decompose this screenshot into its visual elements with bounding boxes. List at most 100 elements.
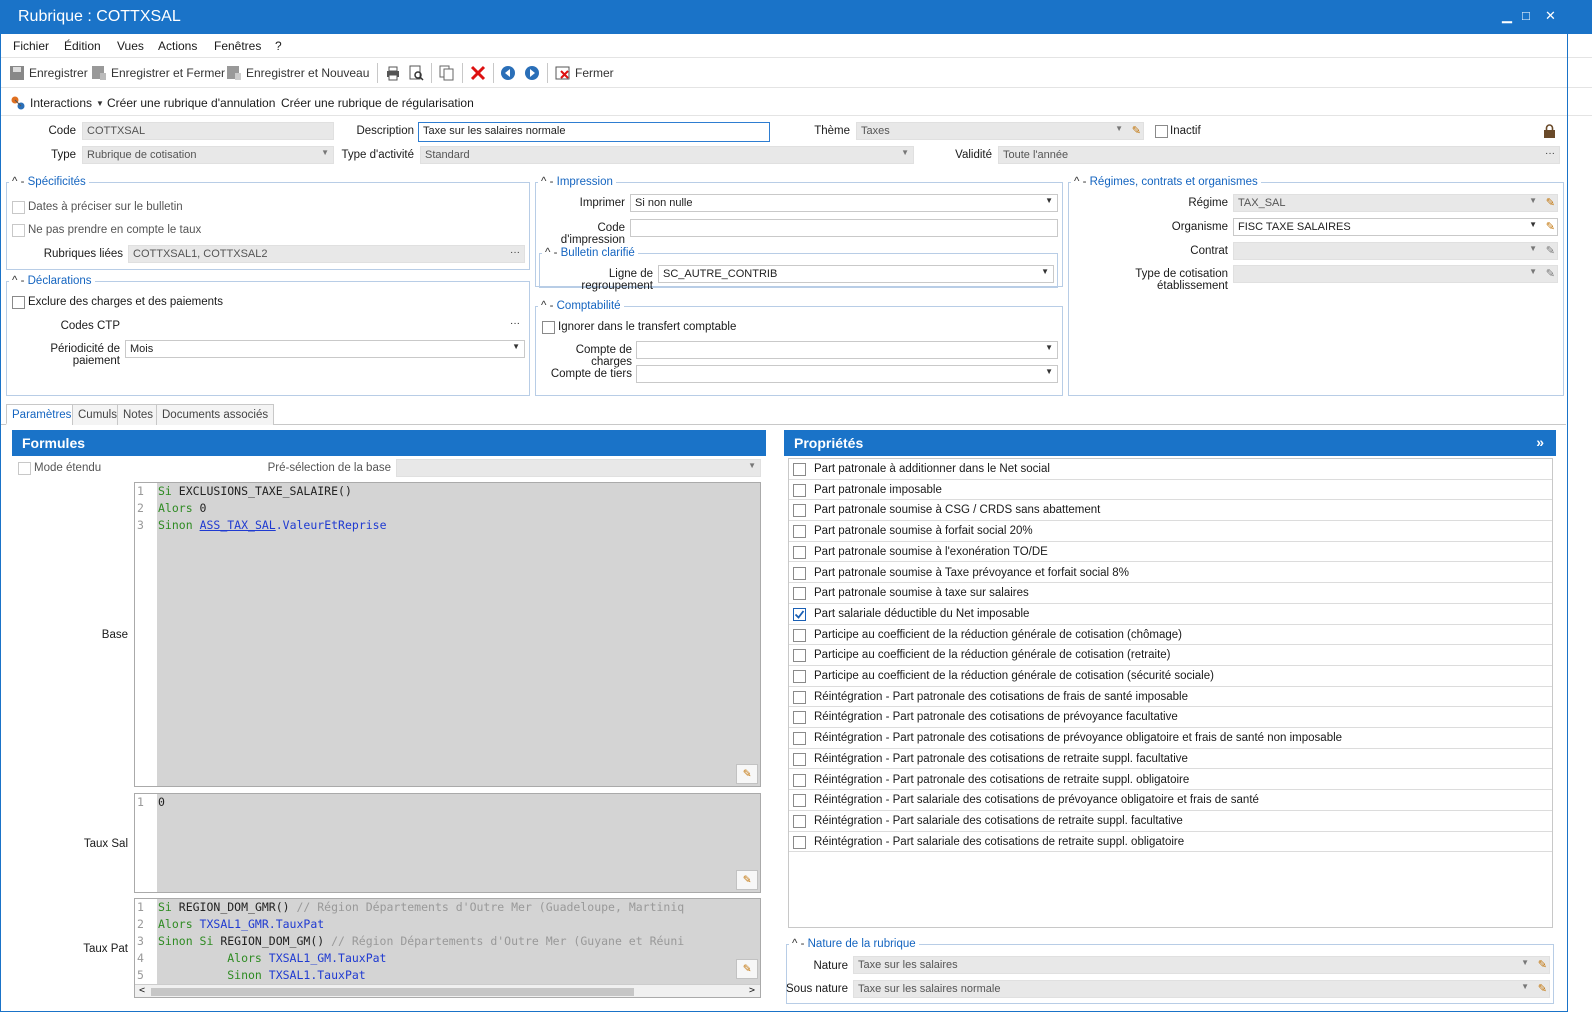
type-field[interactable]: Rubrique de cotisation ▼ [82,146,334,164]
property-checkbox[interactable] [793,566,806,580]
property-row[interactable]: Réintégration - Part salariale des cotis… [789,811,1552,832]
save-new-button[interactable]: Enregistrer et Nouveau [226,65,369,81]
property-row[interactable]: Part patronale soumise à Taxe prévoyance… [789,563,1552,584]
print-preview-icon[interactable] [408,65,424,81]
property-checkbox[interactable] [793,814,806,828]
ellipsis-button[interactable]: ··· [1545,148,1555,159]
minimize-button[interactable]: ▁ [1502,8,1512,24]
horizontal-scrollbar[interactable]: < > [135,984,760,997]
extended-mode-checkbox[interactable] [18,462,31,475]
organism-field[interactable]: FISC TAXE SALAIRES ▼ ✎ [1233,218,1558,236]
menu-fichier[interactable]: Fichier [13,39,49,53]
property-row[interactable]: Réintégration - Part patronale des cotis… [789,728,1552,749]
property-row[interactable]: Réintégration - Part patronale des cotis… [789,749,1552,770]
property-row[interactable]: Réintégration - Part patronale des cotis… [789,687,1552,708]
property-row[interactable]: Part patronale soumise à l'exonération T… [789,542,1552,563]
property-checkbox[interactable] [793,732,806,746]
charges-field[interactable]: ▼ [636,341,1058,359]
property-checkbox[interactable] [793,835,806,849]
scroll-right-icon[interactable]: > [749,985,755,996]
edit-icon[interactable]: ✎ [1546,267,1555,280]
exclude-checkbox[interactable] [12,296,25,309]
menu-vues[interactable]: Vues [117,39,144,53]
edit-icon[interactable]: ✎ [1538,958,1547,971]
menu-edition[interactable]: Édition [64,39,101,53]
copy-icon[interactable] [439,65,455,81]
group-line-field[interactable]: SC_AUTRE_CONTRIB ▼ [658,265,1054,283]
property-checkbox[interactable] [793,504,806,518]
property-row[interactable]: Réintégration - Part salariale des cotis… [789,790,1552,811]
clarified-title[interactable]: ^ - Bulletin clarifié [542,247,638,259]
tiers-field[interactable]: ▼ [636,365,1058,383]
save-close-button[interactable]: Enregistrer et Fermer [91,65,225,81]
print-icon[interactable] [385,65,401,81]
regime-field[interactable]: TAX_SAL ▼ ✎ [1233,194,1558,212]
taux-sal-editor[interactable]: 10 ✎ [134,793,761,893]
code-field[interactable]: COTTXSAL [82,122,334,140]
create-regul-rubric-link[interactable]: Créer une rubrique de régularisation [281,96,474,110]
edit-icon[interactable]: ✎ [1538,982,1547,995]
menu-actions[interactable]: Actions [158,39,197,53]
property-checkbox[interactable] [793,587,806,601]
menu-help[interactable]: ? [275,39,282,53]
property-checkbox[interactable] [793,483,806,497]
expand-icon[interactable]: » [1536,434,1544,450]
taux-pat-editor[interactable]: 1 Si REGION_DOM_GMR() // Région Départeme… [134,898,761,998]
edit-icon[interactable]: ✎ [1546,196,1555,209]
menu-fenetres[interactable]: Fenêtres [214,39,261,53]
property-checkbox[interactable] [793,545,806,559]
contract-field[interactable]: ▼ ✎ [1233,242,1558,260]
property-row[interactable]: Participe au coefficient de la réduction… [789,625,1552,646]
edit-icon[interactable]: ✎ [1132,124,1141,137]
base-editor[interactable]: 1 Si EXCLUSIONS_TAXE_SALAIRE() 2 Alors 0 3… [134,482,761,787]
property-checkbox[interactable] [793,649,806,663]
print-code-field[interactable] [630,219,1058,237]
nature-title[interactable]: ^ - Nature de la rubrique [789,938,919,950]
property-checkbox[interactable] [793,752,806,766]
edit-icon[interactable]: ✎ [1546,244,1555,257]
ignore-checkbox[interactable] [542,321,555,334]
property-checkbox[interactable] [793,711,806,725]
edit-icon[interactable]: ✎ [1546,220,1555,233]
create-cancel-rubric-link[interactable]: Créer une rubrique d'annulation [107,96,275,110]
tab-parametres[interactable]: Paramètres [6,404,78,425]
previous-icon[interactable] [500,65,516,81]
delete-icon[interactable] [470,65,486,81]
description-field[interactable]: Taxe sur les salaires normale [418,122,770,142]
preselect-field[interactable]: ▼ [396,459,761,477]
theme-field[interactable]: Taxes ▼ ✎ [856,122,1144,140]
tab-cumuls[interactable]: Cumuls [72,404,123,425]
property-checkbox[interactable] [793,794,806,808]
edit-formula-icon[interactable]: ✎ [736,764,758,784]
close-button[interactable]: ✕ [1545,8,1556,24]
property-checkbox[interactable] [793,463,806,476]
property-row[interactable]: Part patronale à additionner dans le Net… [789,459,1552,480]
next-icon[interactable] [524,65,540,81]
nature-field[interactable]: Taxe sur les salaires ▼ ✎ [853,956,1550,974]
specificites-title[interactable]: ^ - Spécificités [9,176,89,188]
property-checkbox[interactable] [793,690,806,704]
save-button[interactable]: Enregistrer [9,65,88,81]
impression-title[interactable]: ^ - Impression [538,176,616,188]
ctp-ellipsis-button[interactable]: ··· [510,318,520,329]
tab-notes[interactable]: Notes [117,404,160,425]
property-checkbox[interactable] [793,525,806,539]
property-checkbox[interactable] [793,607,806,621]
property-row[interactable]: Part patronale imposable [789,480,1552,501]
validity-field[interactable]: Toute l'année ··· [998,146,1560,164]
property-checkbox[interactable] [793,773,806,787]
linked-field[interactable]: COTTXSAL1, COTTXSAL2 ··· [128,245,525,263]
tab-documents[interactable]: Documents associés [156,404,275,425]
scrollbar-thumb[interactable] [151,988,634,996]
inactive-checkbox[interactable] [1155,125,1168,138]
property-row[interactable]: Part salariale déductible du Net imposab… [789,604,1552,625]
ellipsis-button[interactable]: ··· [510,247,520,258]
property-row[interactable]: Réintégration - Part patronale des cotis… [789,707,1552,729]
property-row[interactable]: Participe au coefficient de la réduction… [789,666,1552,687]
activity-field[interactable]: Standard ▼ [420,146,914,164]
close-form-button[interactable]: Fermer [555,65,614,81]
property-row[interactable]: Part patronale soumise à taxe sur salair… [789,583,1552,604]
edit-formula-icon[interactable]: ✎ [736,959,758,979]
property-checkbox[interactable] [793,670,806,683]
property-checkbox[interactable] [793,628,806,642]
